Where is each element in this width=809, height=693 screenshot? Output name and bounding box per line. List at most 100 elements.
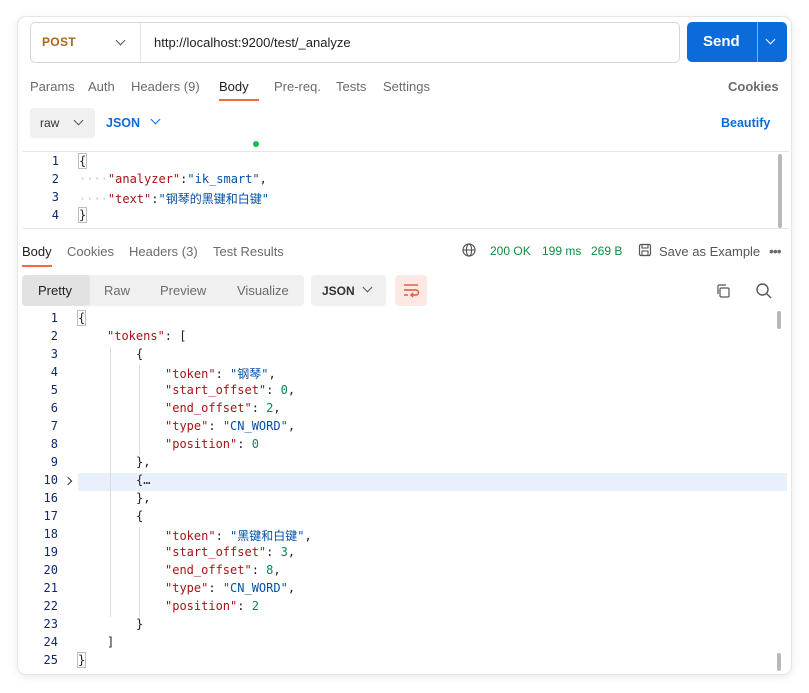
tab-settings[interactable]: Settings	[383, 79, 430, 94]
tab-response-cookies[interactable]: Cookies	[67, 244, 114, 259]
line-number: 19	[43, 545, 58, 559]
json-string: "CN_WORD"	[222, 581, 288, 595]
json-string: "黑键和白键"	[230, 529, 305, 543]
json-punct: : [	[164, 329, 187, 343]
line-number: 24	[43, 635, 58, 649]
indent-guide	[139, 365, 140, 455]
body-language-select[interactable]: JSON	[106, 116, 140, 130]
beautify-button[interactable]: Beautify	[721, 116, 770, 130]
response-scrollbar-top[interactable]	[777, 311, 781, 329]
code-line: "position": 0	[165, 437, 259, 451]
json-key: "end_offset"	[165, 563, 252, 577]
response-time[interactable]: 199 ms	[542, 244, 581, 258]
active-tab-underline	[219, 99, 259, 101]
tab-response-headers[interactable]: Headers (3)	[129, 244, 198, 259]
code-line: {	[76, 310, 87, 326]
json-key: "text"	[107, 192, 152, 206]
code-line: "token": "钢琴",	[165, 367, 276, 381]
json-key: "type"	[165, 581, 209, 595]
mode-raw[interactable]: Raw	[104, 283, 130, 298]
wrap-lines-icon	[404, 284, 420, 298]
body-mode-select[interactable]: raw	[30, 108, 95, 138]
tab-headers[interactable]: Headers (9)	[131, 79, 200, 94]
save-as-example-button[interactable]: Save as Example	[659, 244, 760, 259]
url-bar: POST http://localhost:9200/test/_analyze	[30, 22, 680, 63]
response-gutter: 1 2 3 4 5 6 7 8 9 10 16 17 18 19 20 21 2…	[18, 311, 78, 671]
mode-preview[interactable]: Preview	[160, 283, 206, 298]
tab-response-body[interactable]: Body	[22, 244, 52, 259]
code-line: },	[136, 491, 151, 505]
line-number: 4	[51, 208, 59, 222]
status-code[interactable]: 200 OK	[490, 244, 531, 258]
code-line: }	[76, 652, 87, 668]
method-selector[interactable]: POST	[31, 23, 141, 62]
view-mode-group: Pretty Raw Preview Visualize	[22, 275, 304, 306]
line-number: 2	[50, 329, 58, 343]
chevron-down-icon	[362, 282, 373, 293]
send-options-chevron-icon[interactable]	[765, 34, 776, 45]
chevron-down-icon[interactable]	[150, 114, 161, 125]
response-language-label: JSON	[322, 284, 355, 298]
line-number: 3	[51, 190, 59, 204]
tab-prereq[interactable]: Pre-req.	[274, 79, 321, 94]
method-label: POST	[42, 35, 76, 49]
copy-icon[interactable]	[715, 283, 731, 299]
line-number: 9	[50, 455, 58, 469]
code-line: ····"text":"钢琴的黑键和白键"	[79, 192, 269, 206]
line-number: 7	[50, 419, 58, 433]
response-size[interactable]: 269 B	[591, 244, 622, 258]
wrap-lines-button[interactable]	[395, 275, 427, 306]
search-icon[interactable]	[755, 282, 773, 300]
globe-icon[interactable]	[462, 243, 476, 257]
code-line: "end_offset": 8,	[165, 563, 281, 577]
tab-auth[interactable]: Auth	[88, 79, 115, 94]
json-key: "token"	[165, 367, 216, 381]
code-line: "tokens": [	[107, 329, 186, 343]
cookies-link[interactable]: Cookies	[728, 79, 779, 94]
json-number: 8	[266, 563, 274, 577]
json-number: 0	[251, 437, 259, 451]
line-number: 1	[51, 154, 59, 168]
indent-guide	[139, 527, 140, 617]
tab-response-headers-label: Headers	[129, 244, 179, 259]
mode-visualize[interactable]: Visualize	[237, 283, 289, 298]
json-number: 0	[280, 383, 288, 397]
response-scrollbar-bottom[interactable]	[777, 653, 781, 671]
tab-params[interactable]: Params	[30, 79, 75, 94]
line-number: 20	[43, 563, 58, 577]
response-language-select[interactable]: JSON	[311, 275, 386, 306]
tab-headers-count: (9)	[183, 79, 200, 94]
json-number: 2	[251, 599, 259, 613]
url-input[interactable]: http://localhost:9200/test/_analyze	[154, 35, 351, 50]
more-options-icon[interactable]: •••	[769, 243, 782, 259]
tab-test-results[interactable]: Test Results	[213, 244, 284, 259]
line-number: 4	[50, 365, 58, 379]
json-key: "position"	[165, 437, 238, 451]
json-key: "position"	[165, 599, 238, 613]
json-string: "ik_smart"	[187, 172, 260, 186]
save-icon	[638, 243, 652, 257]
line-number: 6	[50, 401, 58, 415]
body-modified-dot-icon	[252, 141, 259, 147]
code-line: {	[136, 509, 144, 523]
tab-tests[interactable]: Tests	[336, 79, 366, 94]
json-string: "钢琴"	[230, 367, 269, 381]
line-number: 3	[50, 347, 58, 361]
code-line: "type": "CN_WORD",	[165, 419, 296, 433]
request-scrollbar[interactable]	[778, 154, 782, 228]
app-window: POST http://localhost:9200/test/_analyze…	[18, 17, 791, 674]
tab-headers-label: Headers	[131, 79, 181, 94]
send-button[interactable]: Send	[687, 22, 787, 62]
code-line: "start_offset": 0,	[165, 383, 296, 397]
code-line: "end_offset": 2,	[165, 401, 281, 415]
mode-pretty[interactable]: Pretty	[38, 283, 72, 298]
request-body-editor[interactable]: 1 2 3 4 { ····"analyzer":"ik_smart", ···…	[23, 151, 789, 229]
response-active-tab-underline	[22, 265, 52, 267]
tab-body[interactable]: Body	[219, 79, 259, 147]
code-line: "token": "黑键和白键",	[165, 529, 312, 543]
collapsed-object[interactable]: {…	[136, 473, 150, 487]
line-number: 21	[43, 581, 58, 595]
code-line: },	[136, 455, 151, 469]
send-label: Send	[703, 33, 740, 50]
json-key: "token"	[165, 529, 216, 543]
